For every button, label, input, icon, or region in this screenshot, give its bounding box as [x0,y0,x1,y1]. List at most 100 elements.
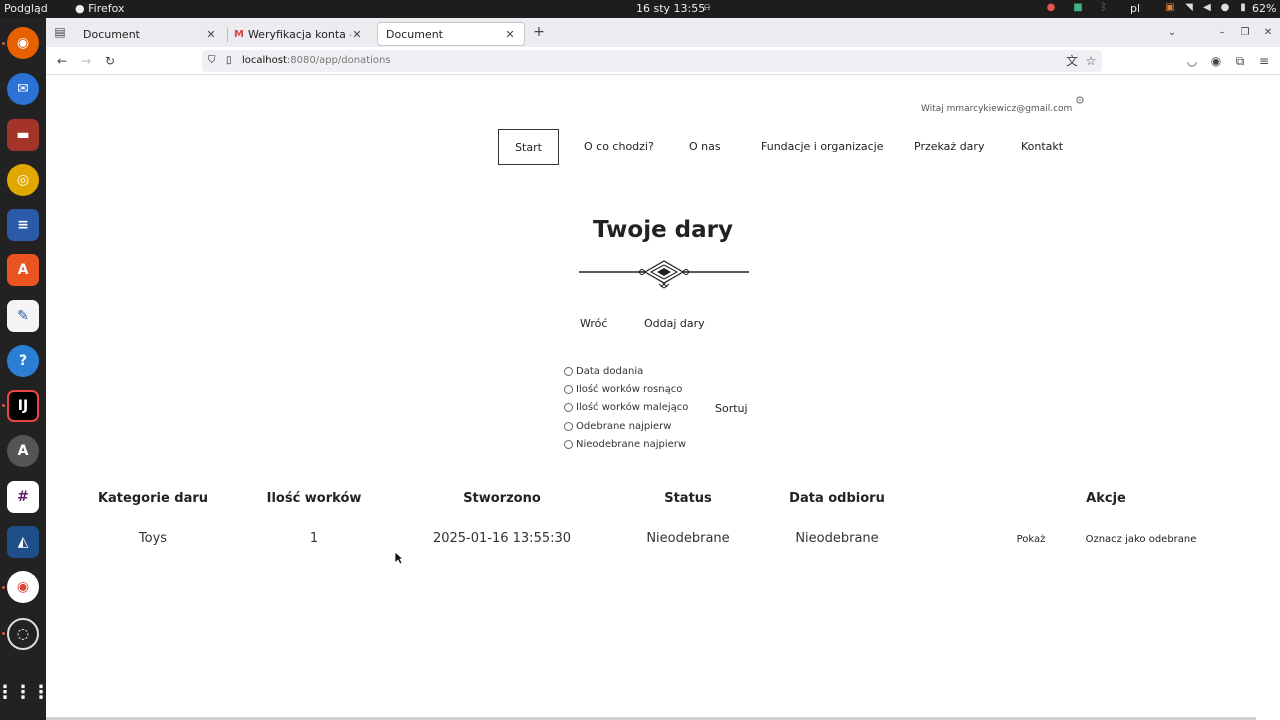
sort-button[interactable]: Sortuj [715,402,748,415]
donate-link[interactable]: Oddaj dary [644,317,705,330]
running-indicator [2,632,5,635]
tab-bar: ▤ Document ✕ M Weryfikacja konta - mmar … [46,18,1280,47]
show-button[interactable]: Pokaż [1017,534,1046,545]
tab-document-active[interactable]: Document ✕ [377,22,525,46]
cell-category: Toys [138,531,168,546]
forward-arrow-icon[interactable]: → [78,53,94,69]
sort-option-bags-asc[interactable]: Ilość worków rosnąco [564,382,682,396]
user-greeting: Witaj mmarcykiewicz@gmail.com [921,104,1073,114]
intellij-icon[interactable]: IJ [7,390,39,422]
restore-icon[interactable]: ❐ [1239,27,1251,39]
cell-pickup-date: Nieodebrane [795,531,879,546]
tab-list-chevron-down-icon[interactable]: ⌄ [1166,27,1178,39]
pocket-icon[interactable]: ◡ [1184,53,1200,69]
obs-icon[interactable]: ◌ [7,618,39,650]
battery-level: 62% [1252,2,1277,15]
running-indicator [2,586,5,589]
account-icon[interactable]: ◉ [1208,53,1224,69]
tray-app-icon-2[interactable]: ■ [1072,2,1084,14]
thunderbird-icon[interactable]: ✉ [7,73,39,105]
notification-bell-icon: ⍾ [703,2,711,13]
sort-option-date[interactable]: Data dodania [564,364,643,378]
cell-created: 2025-01-16 13:55:30 [432,531,572,546]
radio-button[interactable] [564,421,573,431]
close-icon[interactable]: ✕ [351,28,363,41]
radio-button[interactable] [564,402,573,412]
column-header-pickup-date: Data odbioru [789,491,885,506]
dock: ◉ ✉ ▬ ◎ ≡ A ✎ ? IJ A # ◭ ◉ ◌ ⋮⋮⋮ [0,18,50,720]
cell-bags: 1 [309,531,319,546]
mark-as-picked-button[interactable]: Oznacz jako odebrane [1086,534,1197,545]
extensions-icon[interactable]: ⧉ [1232,53,1248,69]
close-icon[interactable]: ✕ [205,28,217,41]
app-label[interactable]: Podgląd [4,2,48,15]
tab-document-1[interactable]: Document ✕ [75,22,225,46]
files-icon[interactable]: ▬ [7,119,39,151]
keyboard-layout[interactable]: pl [1130,2,1140,15]
volume-icon[interactable]: ◀ [1201,2,1213,14]
firefox-icon[interactable]: ◉ [7,27,39,59]
nav-o-co-chodzi[interactable]: O co chodzi? [584,129,654,165]
writer-icon[interactable]: ≡ [7,209,39,241]
column-header-status: Status [664,491,712,506]
slack-icon[interactable]: # [7,481,39,513]
help-icon[interactable]: ? [7,345,39,377]
url-text: localhost:8080/app/donations [242,55,391,66]
column-header-created: Stworzono [463,491,541,506]
menu-hamburger-icon[interactable]: ≡ [1256,53,1272,69]
text-editor-icon[interactable]: ✎ [7,300,39,332]
navigation-toolbar: ← → ↻ ⛉ ▯ localhost:8080/app/donations ⽂… [46,47,1280,75]
software-updater-icon[interactable]: A [7,435,39,467]
reload-icon[interactable]: ↻ [102,53,118,69]
nav-o-nas[interactable]: O nas [689,129,721,165]
page-info-icon[interactable]: ▯ [226,50,232,72]
sort-option-not-picked-first[interactable]: Nieodebrane najpierw [564,437,686,451]
tab-overview-icon[interactable]: ▤ [52,24,68,40]
active-app-label[interactable]: ● Firefox [75,2,125,15]
rhythmbox-icon[interactable]: ◎ [7,164,39,196]
chrome-icon[interactable]: ◉ [7,571,39,603]
radio-button[interactable] [564,384,573,394]
microphone-icon[interactable]: ● [1219,2,1231,14]
system-top-bar: Podgląd ● Firefox 16 sty 13:55 ⍾ ● ■ ᛒ p… [0,0,1280,18]
sort-option-bags-desc[interactable]: Ilość worków malejąco [564,400,688,414]
bookmark-star-icon[interactable]: ☆ [1083,53,1099,69]
close-window-icon[interactable]: ✕ [1262,27,1274,39]
battery-icon[interactable]: ▮ [1237,2,1249,14]
nav-kontakt[interactable]: Kontakt [1021,129,1063,165]
column-header-category: Kategorie daru [97,491,209,506]
bluetooth-icon[interactable]: ᛒ [1098,2,1110,14]
dbeaver-icon[interactable]: ◭ [7,526,39,558]
nav-fundacje[interactable]: Fundacje i organizacje [761,129,884,165]
back-arrow-icon[interactable]: ← [54,53,70,69]
mouse-cursor-icon [394,551,404,565]
minimize-icon[interactable]: – [1216,27,1228,39]
shield-icon[interactable]: ⛉ [208,50,216,72]
wifi-icon[interactable]: ◥ [1183,2,1195,14]
new-tab-plus-icon[interactable]: + [531,24,547,40]
column-header-bags: Ilość worków [266,491,362,506]
nav-start[interactable]: Start [498,129,559,165]
tray-app-icon[interactable]: ● [1045,2,1057,14]
nav-przekaz-dary[interactable]: Przekaż dary [914,129,984,165]
web-page: Witaj mmarcykiewicz@gmail.com ⚙ Start O … [46,75,1280,720]
column-header-actions: Akcje [1086,491,1126,506]
gmail-icon: M [234,28,244,40]
translate-icon[interactable]: ⽂ [1064,53,1080,69]
sort-option-picked-first[interactable]: Odebrane najpierw [564,419,671,433]
tab-verification[interactable]: M Weryfikacja konta - mmar ✕ [226,22,371,46]
cell-status: Nieodebrane [646,531,730,546]
radio-button[interactable] [564,366,573,376]
app-center-icon[interactable]: A [7,254,39,286]
back-link[interactable]: Wróć [580,317,607,330]
firefox-small-icon: ● [75,2,85,15]
gear-icon[interactable]: ⚙ [1075,94,1085,107]
radio-button[interactable] [564,439,573,449]
show-apps-grid-icon[interactable]: ⋮⋮⋮ [0,676,50,708]
close-icon[interactable]: ✕ [504,28,516,41]
address-bar[interactable]: ⛉ ▯ localhost:8080/app/donations [202,50,1102,72]
decorative-ornament-icon [579,260,749,289]
tray-monitor-icon[interactable]: ▣ [1164,2,1176,14]
page-title: Twoje dary [592,217,734,243]
clock[interactable]: 16 sty 13:55 [636,2,705,15]
